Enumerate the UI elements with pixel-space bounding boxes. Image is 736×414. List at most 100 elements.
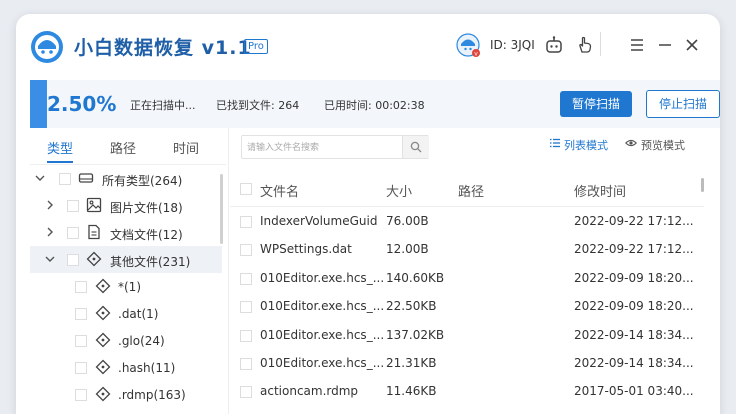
tree-item-label: 所有类型(264) <box>102 174 183 188</box>
user-id: ID: 3JQI <box>490 38 535 52</box>
tree-checkbox[interactable] <box>67 254 79 266</box>
stop-scan-button[interactable]: 停止扫描 <box>646 90 720 118</box>
tree-item-ext[interactable]: .dat(1) <box>30 300 222 327</box>
pause-scan-button[interactable]: 暂停扫描 <box>560 91 632 117</box>
hand-icon[interactable] <box>575 35 595 55</box>
cell-modified: 2022-09-09 18:20... <box>574 299 694 314</box>
table-row[interactable]: WPSettings.dat 12.00B 2022-09-22 17:12... <box>230 235 704 263</box>
tree-checkbox[interactable] <box>75 335 87 347</box>
search-icon <box>410 141 422 153</box>
row-checkbox[interactable] <box>240 272 252 285</box>
search-button[interactable] <box>402 136 429 158</box>
tree-item-all-types[interactable]: 所有类型(264) <box>30 165 222 192</box>
table-row[interactable]: 010Editor.exe.hcs_... 22.50KB 2022-09-09 1… <box>230 292 704 320</box>
cell-modified: 2022-09-14 18:34... <box>574 356 694 370</box>
tree-checkbox[interactable] <box>67 200 79 212</box>
diamond-icon <box>95 359 111 375</box>
elapsed-time-text: 已用时间: 00:02:38 <box>324 99 425 112</box>
row-checkbox[interactable] <box>240 216 252 228</box>
tree-item-ext[interactable]: .hash(11) <box>30 354 222 381</box>
list-mode-button[interactable]: 列表模式 <box>564 137 608 153</box>
chevron-down-icon[interactable] <box>44 253 56 265</box>
found-files-text: 已找到文件: 264 <box>216 99 300 112</box>
tab-type[interactable]: 类型 <box>47 138 73 157</box>
active-tab-indicator <box>47 161 73 163</box>
table-row[interactable]: 010Editor.exe.hcs_... 137.02KB 2022-09-14 … <box>230 321 704 349</box>
tab-time[interactable]: 时间 <box>173 138 199 157</box>
table-row[interactable]: 010Editor.exe.hcs_... 140.60KB 2022-09-09 … <box>230 264 704 292</box>
column-modified[interactable]: 修改时间 <box>574 181 626 200</box>
tree-item-ext[interactable]: *(1) <box>30 273 222 300</box>
scan-progress-fill <box>30 80 48 128</box>
category-panel: 类型 路径 时间 所有类型(264) 图片文件(18) 文档文件(12) 其他文… <box>30 128 226 414</box>
diamond-icon <box>86 251 102 267</box>
column-name[interactable]: 文件名 <box>260 181 299 200</box>
tree-item-images[interactable]: 图片文件(18) <box>30 192 222 219</box>
minimize-icon[interactable] <box>655 35 675 55</box>
chevron-right-icon[interactable] <box>44 199 56 211</box>
cell-size: 140.60KB <box>386 270 445 285</box>
tree-checkbox[interactable] <box>75 362 87 374</box>
diamond-icon <box>95 305 111 321</box>
cell-size: 12.00B <box>386 242 429 257</box>
tree-item-label: .hash(11) <box>118 361 176 375</box>
robot-icon[interactable] <box>544 35 564 55</box>
drive-icon <box>78 173 94 183</box>
toolbar-divider <box>600 32 601 56</box>
table-row[interactable]: 010Editor.exe.hcs_... 21.31KB 2022-09-14 1… <box>230 349 704 377</box>
tree-checkbox[interactable] <box>75 308 87 320</box>
pro-badge: Pro <box>244 39 268 54</box>
cell-size: 21.31KB <box>386 356 437 370</box>
row-checkbox[interactable] <box>240 244 252 257</box>
cell-modified: 2022-09-14 18:34... <box>574 327 694 342</box>
tree-item-other-files[interactable]: 其他文件(231) <box>30 246 222 273</box>
tree-item-ext[interactable]: .rdmp(163) <box>30 381 222 408</box>
cell-name: WPSettings.dat <box>260 242 352 257</box>
column-path[interactable]: 路径 <box>458 181 484 200</box>
chevron-right-icon[interactable] <box>44 226 56 238</box>
tree-item-label: 图片文件(18) <box>110 201 183 215</box>
row-checkbox[interactable] <box>240 358 252 370</box>
cell-size: 137.02KB <box>386 327 445 342</box>
search-input[interactable]: 请输入文件名搜索 <box>247 140 319 153</box>
row-checkbox[interactable] <box>240 301 252 314</box>
avatar-icon[interactable]: v <box>456 33 480 57</box>
table-row[interactable]: IndexerVolumeGuid 76.00B 2022-09-22 17:12.… <box>230 207 704 235</box>
scan-status-bar: 2.50% 正在扫描中... 已找到文件: 264 已用时间: 00:02:38… <box>30 80 720 128</box>
panel-divider <box>228 128 229 414</box>
eye-icon <box>625 139 637 147</box>
svg-text:v: v <box>474 51 478 58</box>
file-table-header: 文件名 大小 路径 修改时间 <box>230 172 704 207</box>
preview-mode-button[interactable]: 预览模式 <box>641 137 685 153</box>
image-icon <box>86 197 102 213</box>
diamond-icon <box>95 278 111 294</box>
tab-path[interactable]: 路径 <box>110 138 136 157</box>
chevron-down-icon[interactable] <box>34 172 46 184</box>
cell-size: 11.46KB <box>386 384 437 399</box>
tree-checkbox[interactable] <box>59 173 71 185</box>
tree-item-label: 文档文件(12) <box>110 228 183 242</box>
tree-checkbox[interactable] <box>67 227 79 239</box>
row-checkbox[interactable] <box>240 386 252 399</box>
logo-icon <box>31 31 63 63</box>
close-icon[interactable] <box>682 35 702 55</box>
table-row[interactable]: actioncam.rdmp 11.46KB 2017-05-01 03:40... <box>230 377 704 405</box>
tree-checkbox[interactable] <box>75 389 87 401</box>
column-size[interactable]: 大小 <box>386 181 412 200</box>
search-box: 请输入文件名搜索 <box>241 135 429 159</box>
tree-item-documents[interactable]: 文档文件(12) <box>30 219 222 246</box>
menu-icon[interactable] <box>627 35 647 55</box>
scan-percent: 2.50% <box>47 92 117 116</box>
tree-item-ext[interactable]: .glo(24) <box>30 327 222 354</box>
cell-modified: 2022-09-22 17:12... <box>574 214 694 228</box>
tree-item-label: .glo(24) <box>118 334 165 348</box>
tree-checkbox[interactable] <box>75 281 87 293</box>
cell-name: 010Editor.exe.hcs_... <box>260 299 385 314</box>
select-all-checkbox[interactable] <box>240 183 252 195</box>
table-scrollbar[interactable] <box>701 178 704 192</box>
cell-name: IndexerVolumeGuid <box>260 214 378 228</box>
tree-scrollbar[interactable] <box>220 174 223 244</box>
cell-size: 76.00B <box>386 214 429 228</box>
category-tabs: 类型 路径 时间 <box>30 128 226 165</box>
row-checkbox[interactable] <box>240 329 252 342</box>
